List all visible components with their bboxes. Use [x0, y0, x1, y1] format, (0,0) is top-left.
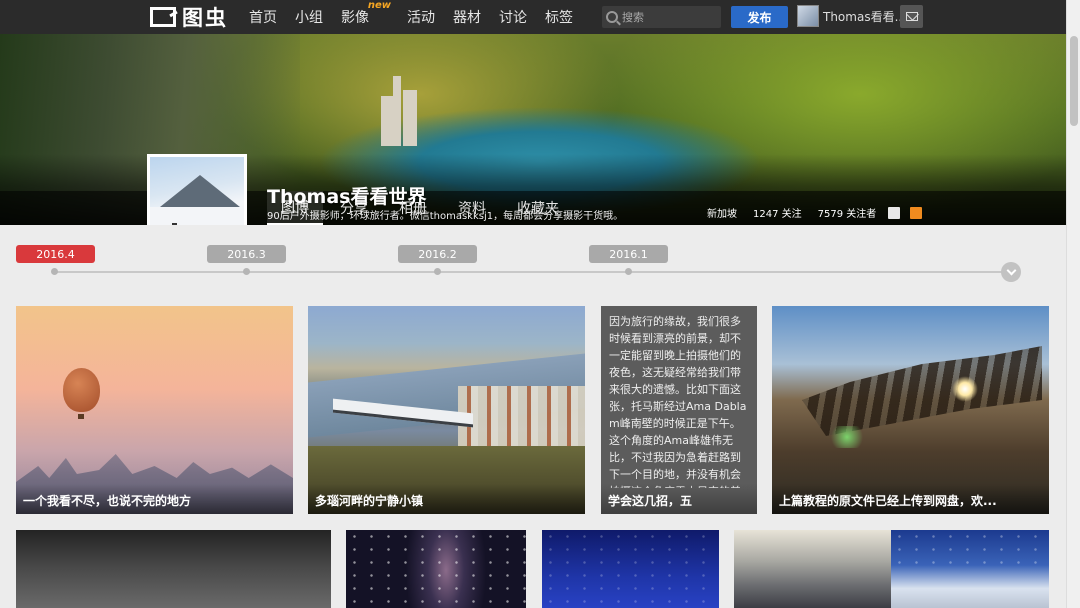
timeline-dot[interactable] — [51, 268, 58, 275]
tab-albums[interactable]: 相册 — [385, 191, 441, 225]
nav-item-images[interactable]: 影像 new — [341, 0, 391, 27]
logo-text: 图虫 — [182, 6, 228, 30]
post-card[interactable] — [891, 530, 1049, 608]
mail-icon — [905, 12, 918, 21]
timeline-dot[interactable] — [625, 268, 632, 275]
post-card[interactable] — [542, 530, 719, 608]
timeline-dot[interactable] — [434, 268, 441, 275]
balloon-basket — [78, 414, 84, 419]
new-badge: new — [367, 0, 391, 11]
search-icon — [606, 11, 618, 23]
post-card-text[interactable]: 因为旅行的缘故，我们很多时候看到漂亮的前景，却不一定能留到晚上拍摄他们的夜色，这… — [601, 306, 757, 514]
balloon-image — [63, 368, 100, 412]
tab-shares[interactable]: 分享 — [326, 191, 382, 225]
profile-tabs: 图博 分享 相册 资料 收藏夹 — [267, 191, 576, 225]
weibo-icon[interactable] — [888, 206, 901, 219]
user-name[interactable]: Thomas看看... — [823, 8, 906, 25]
tab-favorites[interactable]: 收藏夹 — [503, 191, 573, 225]
timeline: 2016.4 2016.3 2016.2 2016.1 — [0, 225, 1066, 295]
tab-profile-info[interactable]: 资料 — [444, 191, 500, 225]
post-card[interactable] — [734, 530, 891, 608]
publish-button[interactable]: 发布 — [731, 6, 788, 28]
search-box[interactable] — [602, 6, 721, 28]
starfield-image — [891, 530, 1049, 570]
chevron-down-icon — [1006, 265, 1016, 276]
main-menu: 首页 小组 影像 new 活动 器材 讨论 标签 — [249, 0, 591, 34]
page-scrollbar[interactable] — [1066, 0, 1080, 608]
profile-avatar[interactable] — [147, 154, 247, 225]
timeline-line — [54, 271, 1006, 273]
mail-button[interactable] — [900, 5, 923, 28]
scrollbar-thumb[interactable] — [1070, 36, 1078, 126]
logo-mark-icon — [150, 7, 176, 27]
post-card-caption[interactable]: 多瑙河畔的宁静小镇 — [308, 484, 585, 514]
search-input[interactable] — [622, 10, 712, 24]
nav-item-home[interactable]: 首页 — [249, 7, 277, 27]
post-card[interactable] — [16, 530, 331, 608]
post-card-caption[interactable]: 上篇教程的原文件已经上传到网盘，欢... — [772, 484, 1049, 514]
lens-flare-image — [827, 426, 867, 448]
nav-item-discussions[interactable]: 讨论 — [499, 7, 527, 27]
post-card-caption[interactable]: 学会这几招，五 — [601, 484, 757, 514]
post-card[interactable] — [346, 530, 526, 608]
nav-item-events[interactable]: 活动 — [407, 7, 435, 27]
rss-icon[interactable] — [910, 206, 923, 219]
post-card[interactable]: 多瑙河畔的宁静小镇 — [308, 306, 585, 514]
tab-blog[interactable]: 图博 — [267, 191, 323, 225]
user-avatar[interactable] — [797, 5, 819, 27]
banner-castle — [375, 76, 425, 146]
nav-item-images-label: 影像 — [341, 10, 369, 26]
post-card-caption[interactable]: 一个我看不尽，也说不完的地方 — [16, 484, 293, 514]
starfield-image — [346, 530, 526, 608]
profile-banner: Thomas看看世界 90后户外摄影师，环球旅行者。微信thomaskksj1，… — [0, 34, 1066, 225]
timeline-label-2016-2[interactable]: 2016.2 — [398, 245, 477, 263]
site-logo[interactable]: 图虫 — [150, 5, 228, 30]
timeline-label-2016-3[interactable]: 2016.3 — [207, 245, 286, 263]
top-navigation-bar: 图虫 首页 小组 影像new 活动 器材 讨论 标签 发布 Thomas看看..… — [0, 0, 1066, 34]
love-locks-image — [802, 346, 1042, 436]
timeline-label-2016-4[interactable]: 2016.4 — [16, 245, 95, 263]
post-card[interactable]: 一个我看不尽，也说不完的地方 — [16, 306, 293, 514]
town-image — [458, 386, 585, 446]
nav-item-tags[interactable]: 标签 — [545, 7, 573, 27]
nav-item-groups[interactable]: 小组 — [295, 7, 323, 27]
following-count[interactable]: 1247 关注 — [753, 205, 802, 220]
user-menu[interactable]: Thomas看看... — [797, 5, 906, 27]
profile-location: 新加坡 — [707, 209, 737, 220]
timeline-dot[interactable] — [243, 268, 250, 275]
timeline-label-2016-1[interactable]: 2016.1 — [589, 245, 668, 263]
nav-item-equipment[interactable]: 器材 — [453, 7, 481, 27]
profile-stats: 新加坡 1247 关注 7579 关注者 — [707, 205, 932, 220]
post-card[interactable]: 上篇教程的原文件已经上传到网盘，欢... — [772, 306, 1049, 514]
starfield-image — [542, 530, 719, 608]
post-card-excerpt: 因为旅行的缘故，我们很多时候看到漂亮的前景，却不一定能留到晚上拍摄他们的夜色，这… — [609, 315, 747, 488]
timeline-expand-button[interactable] — [1001, 262, 1021, 282]
followers-count[interactable]: 7579 关注者 — [818, 205, 877, 220]
sunburst-image — [952, 376, 978, 402]
